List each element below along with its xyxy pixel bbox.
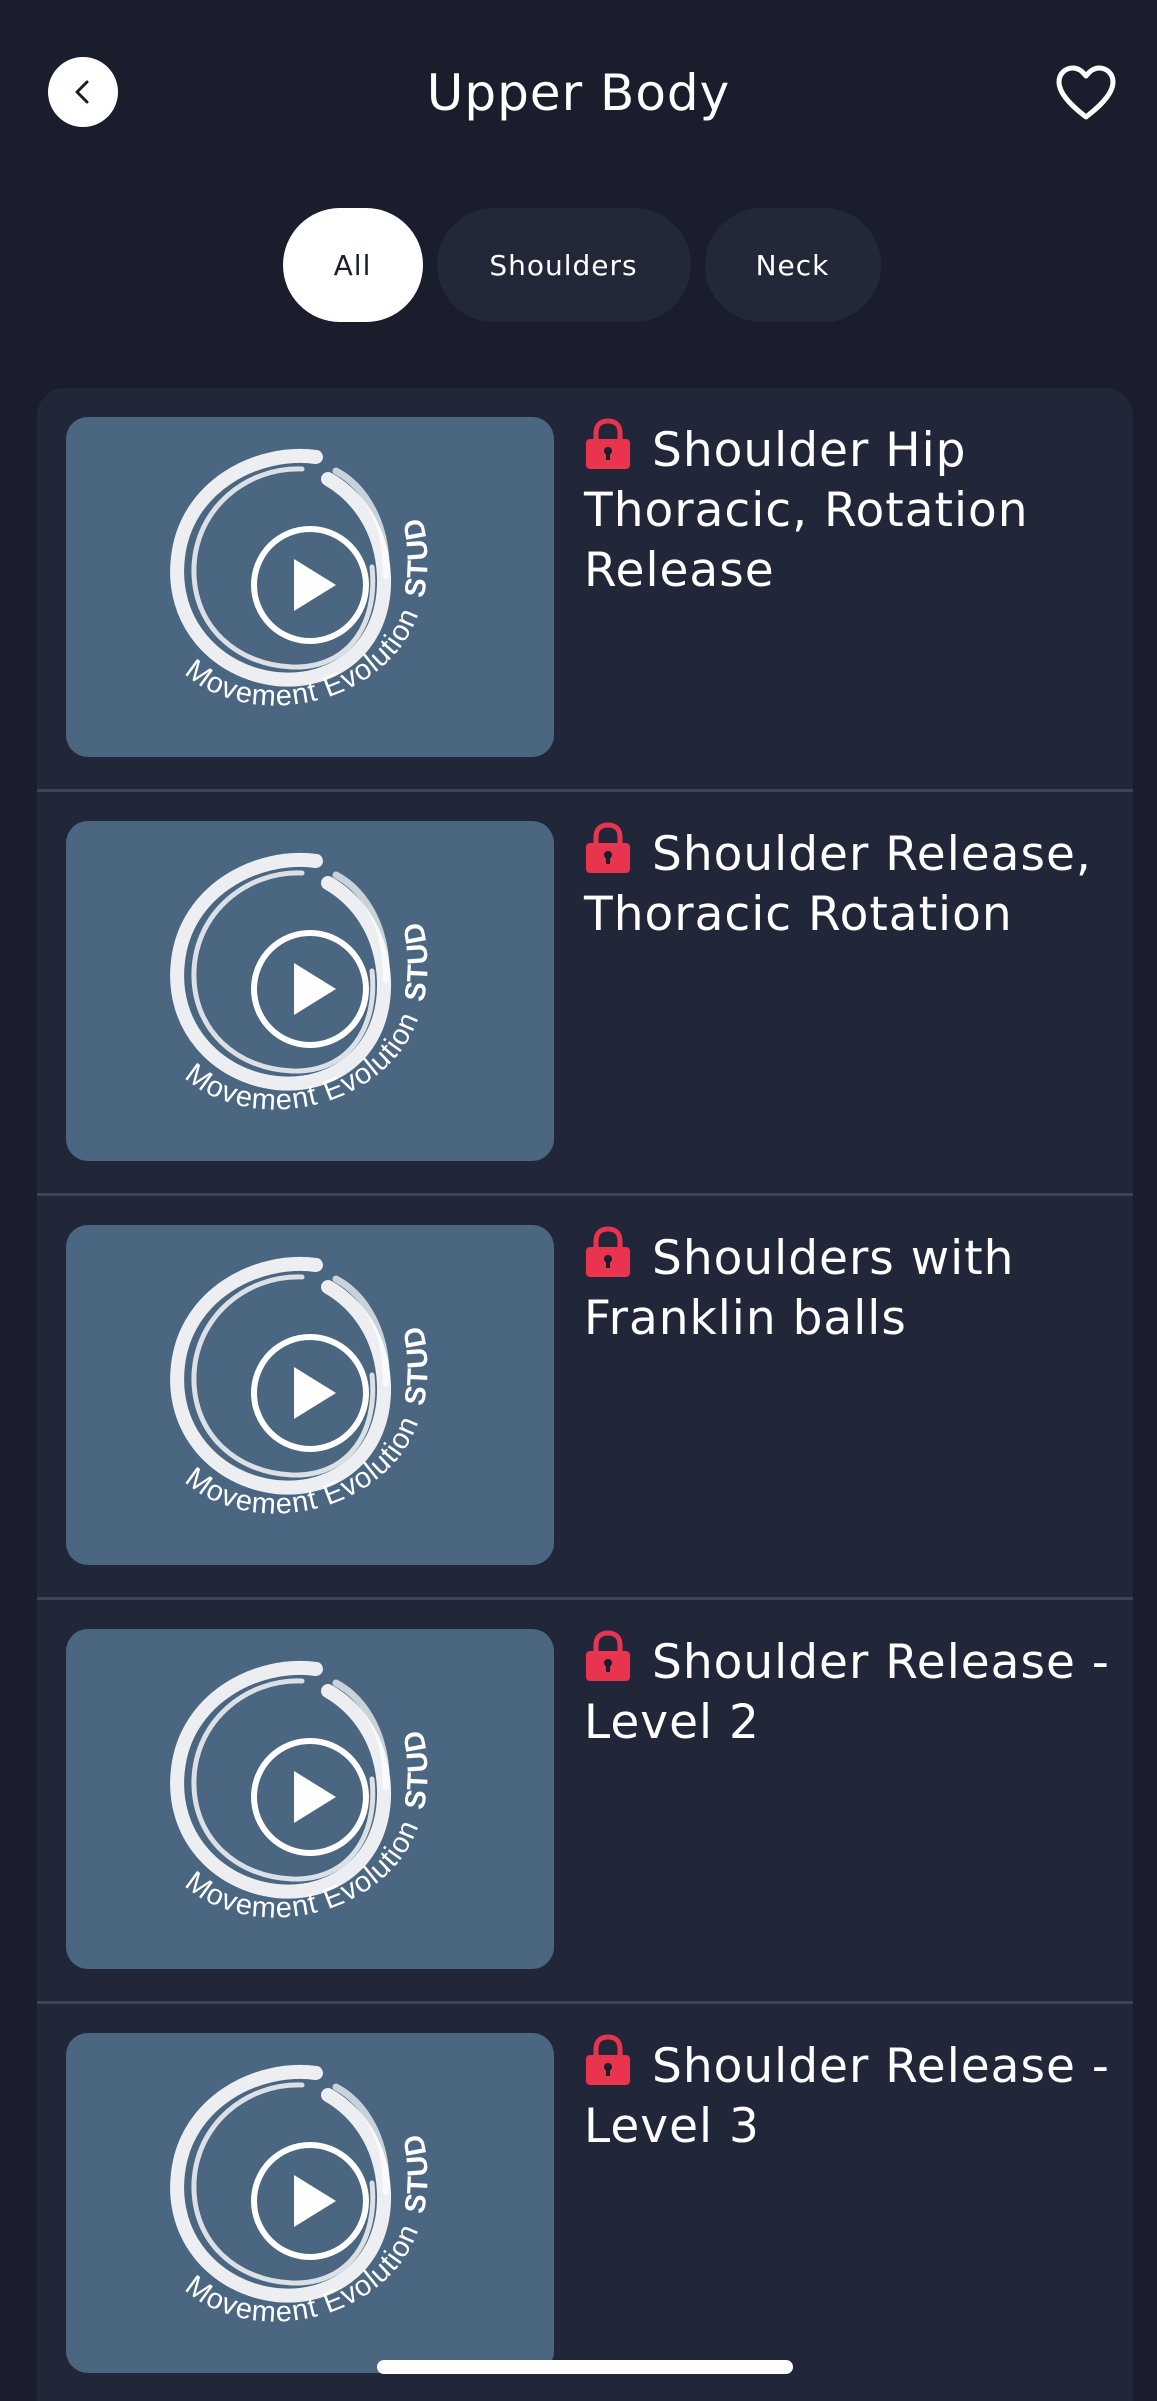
play-icon[interactable] — [251, 2142, 369, 2260]
filter-chip-shoulders[interactable]: Shoulders — [436, 208, 691, 322]
studio-logo: Movement Evolution STUDIO — [66, 1629, 434, 1925]
video-thumbnail[interactable]: Movement Evolution STUDIO — [66, 1629, 554, 1969]
video-thumbnail[interactable]: Movement Evolution STUDIO — [66, 821, 554, 1161]
video-thumbnail[interactable]: Movement Evolution STUDIO — [66, 1225, 554, 1565]
video-title-text: Shoulder Release, Thoracic Rotation — [584, 827, 1092, 942]
video-list: Movement Evolution STUDIO Shoulder Hip T… — [37, 388, 1133, 2401]
play-icon[interactable] — [251, 930, 369, 1048]
studio-logo: Movement Evolution STUDIO — [66, 821, 434, 1117]
lock-icon — [586, 1226, 630, 1277]
header: Upper Body — [0, 0, 1157, 190]
video-title: Shoulder Release, Thoracic Rotation — [584, 822, 1114, 945]
play-icon[interactable] — [251, 1738, 369, 1856]
filter-chip-neck[interactable]: Neck — [704, 208, 881, 322]
page-title: Upper Body — [426, 64, 731, 122]
home-indicator — [377, 2360, 793, 2374]
studio-logo: Movement Evolution STUDIO — [66, 1225, 434, 1521]
lock-icon — [586, 418, 630, 469]
lock-icon — [586, 1630, 630, 1681]
studio-logo: Movement Evolution STUDIO — [66, 417, 434, 713]
studio-logo: Movement Evolution STUDIO — [66, 2033, 434, 2329]
video-title-text: Shoulder Release - Level 2 — [584, 1635, 1110, 1750]
video-item-4[interactable]: Movement Evolution STUDIO Shoulder Relea… — [37, 1600, 1133, 2004]
video-item-3[interactable]: Movement Evolution STUDIO Shoulders with… — [37, 1196, 1133, 1600]
video-title: Shoulder Release - Level 2 — [584, 1630, 1114, 1753]
play-icon[interactable] — [251, 526, 369, 644]
heart-outline-icon — [1056, 65, 1116, 120]
screen: Upper Body All Shoulders Neck Movement E… — [0, 0, 1157, 2401]
lock-icon — [586, 2034, 630, 2085]
video-title: Shoulders with Franklin balls — [584, 1226, 1114, 1349]
favorite-button[interactable] — [1052, 62, 1120, 124]
video-title-text: Shoulder Release - Level 3 — [584, 2039, 1110, 2154]
lock-icon — [586, 822, 630, 873]
video-title-text: Shoulders with Franklin balls — [584, 1231, 1015, 1346]
filter-chip-all[interactable]: All — [282, 208, 423, 322]
video-item-5[interactable]: Movement Evolution STUDIO Shoulder Relea… — [37, 2004, 1133, 2401]
video-title: Shoulder Hip Thoracic, Rotation Release — [584, 418, 1114, 601]
video-title-text: Shoulder Hip Thoracic, Rotation Release — [584, 423, 1029, 598]
video-thumbnail[interactable]: Movement Evolution STUDIO — [66, 2033, 554, 2373]
video-item-1[interactable]: Movement Evolution STUDIO Shoulder Hip T… — [37, 388, 1133, 792]
video-item-2[interactable]: Movement Evolution STUDIO Shoulder Relea… — [37, 792, 1133, 1196]
video-title: Shoulder Release - Level 3 — [584, 2034, 1114, 2157]
filter-chips: All Shoulders Neck — [0, 208, 1157, 322]
play-icon[interactable] — [251, 1334, 369, 1452]
video-thumbnail[interactable]: Movement Evolution STUDIO — [66, 417, 554, 757]
